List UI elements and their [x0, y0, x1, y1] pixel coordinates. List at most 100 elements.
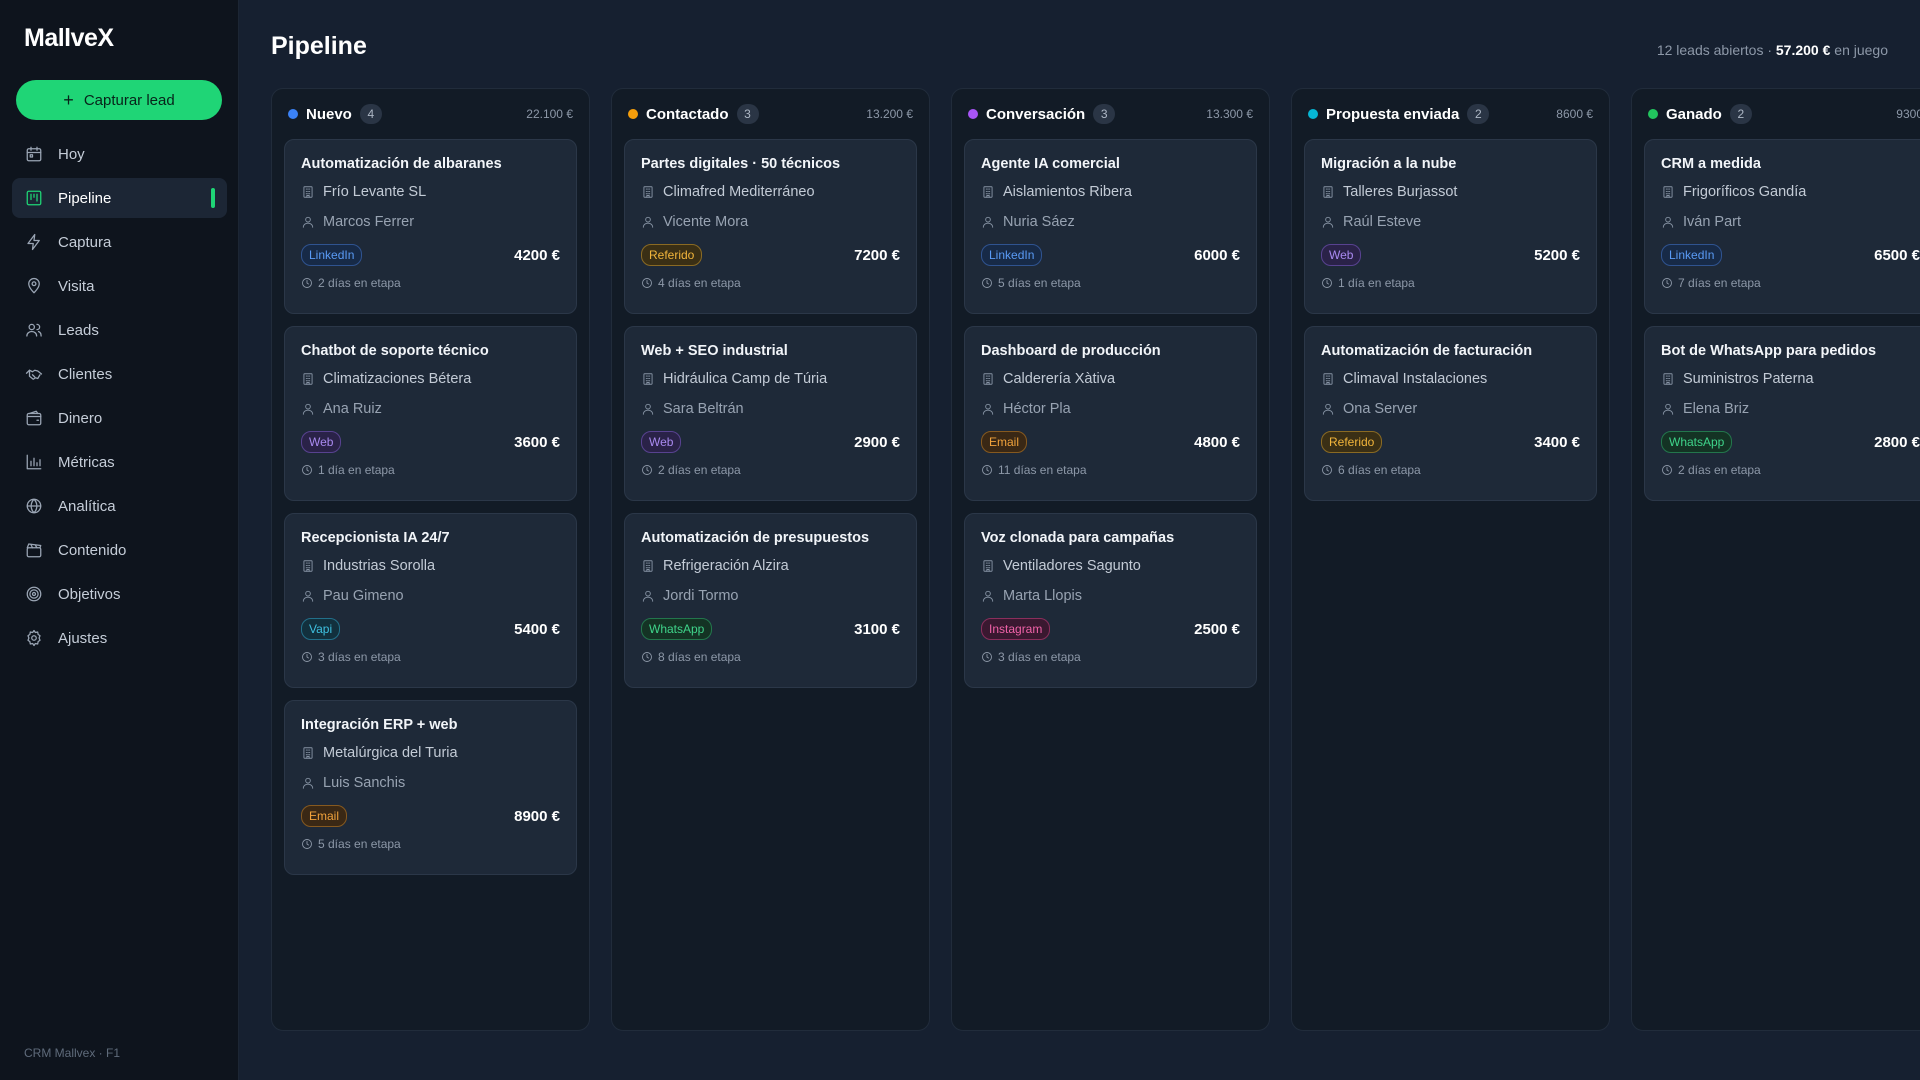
sidebar-item-metricas[interactable]: Métricas [12, 442, 227, 482]
user-icon [301, 215, 315, 229]
days-in-stage: 1 día en etapa [1338, 276, 1415, 290]
deal-card[interactable]: Voz clonada para campañas Ventiladores Sa… [964, 513, 1257, 688]
sidebar-item-contenido[interactable]: Contenido [12, 530, 227, 570]
deal-meta: Web 5200 € [1321, 244, 1580, 266]
building-icon [641, 372, 655, 386]
days-in-stage: 1 día en etapa [318, 463, 395, 477]
clock-icon [641, 651, 653, 663]
contact-name: Sara Beltrán [663, 400, 744, 417]
deal-card[interactable]: Integración ERP + web Metalúrgica del Tur… [284, 700, 577, 875]
sidebar-item-analitica[interactable]: Analítica [12, 486, 227, 526]
sidebar-item-leads[interactable]: Leads [12, 310, 227, 350]
company-name: Refrigeración Alzira [663, 557, 789, 574]
capture-lead-button[interactable]: + Capturar lead [16, 80, 222, 120]
summary-suffix: en juego [1830, 42, 1888, 58]
deal-title: Recepcionista IA 24/7 [301, 530, 450, 546]
deal-card[interactable]: Agente IA comercial Aislamientos Ribera Nu… [964, 139, 1257, 314]
column-total: 9300 € [1896, 107, 1920, 121]
source-badge: Email [981, 431, 1028, 453]
building-icon [1321, 372, 1335, 386]
source-badge: Referido [1321, 431, 1383, 453]
stage-dot-icon [1648, 109, 1658, 119]
sidebar-item-hoy[interactable]: Hoy [12, 134, 227, 174]
company-name: Talleres Burjassot [1343, 183, 1458, 200]
deal-company: Talleres Burjassot [1321, 181, 1580, 202]
deal-title: Automatización de facturación [1321, 343, 1533, 359]
deal-card[interactable]: Dashboard de producción Calderería Xàtiva… [964, 326, 1257, 501]
column-total: 22.100 € [526, 107, 573, 121]
deal-stage-time: 5 días en etapa [301, 837, 560, 851]
pipeline-column: Contactado 3 13.200 € Partes digitales · 50… [611, 88, 930, 1031]
deal-card[interactable]: CRM a medida Frigoríficos Gandía Iván Part… [1644, 139, 1920, 314]
clock-icon [981, 651, 993, 663]
deal-card[interactable]: Recepcionista IA 24/7 Industrias Sorolla P… [284, 513, 577, 688]
deal-title: Migración a la nube [1321, 156, 1457, 172]
deal-company: Climaval Instalaciones [1321, 368, 1580, 389]
source-badge: Web [641, 431, 682, 453]
deal-meta: Vapi 5400 € [301, 618, 560, 640]
bar-chart-icon [24, 452, 44, 472]
sidebar-item-captura[interactable]: Captura [12, 222, 227, 262]
deal-card[interactable]: Web + SEO industrial Hidráulica Camp de T… [624, 326, 917, 501]
deal-stage-time: 1 día en etapa [1321, 276, 1580, 290]
deal-company: Climafred Mediterráneo [641, 181, 900, 202]
user-icon [301, 589, 315, 603]
deal-contact: Héctor Pla [981, 398, 1240, 419]
source-badge: Email [301, 805, 348, 827]
kanban-board: Nuevo 4 22.100 € Automatización de albarane… [271, 88, 1920, 1031]
contact-name: Vicente Mora [663, 213, 749, 230]
summary-prefix: 12 leads abiertos · [1656, 42, 1776, 58]
deal-contact: Luis Sanchis [301, 772, 560, 793]
clock-icon [301, 651, 313, 663]
deal-card[interactable]: Automatización de facturación Climaval In… [1304, 326, 1597, 501]
sidebar-item-dinero[interactable]: Dinero [12, 398, 227, 438]
pipeline-summary: 12 leads abiertos · 57.200 € en juego [1657, 42, 1888, 58]
handshake-icon [24, 364, 44, 384]
days-in-stage: 6 días en etapa [1338, 463, 1421, 477]
contact-name: Iván Part [1683, 213, 1742, 230]
contact-name: Ana Ruiz [323, 400, 382, 417]
deal-card[interactable]: Partes digitales · 50 técnicos Climafred … [624, 139, 917, 314]
deal-meta: LinkedIn 6000 € [981, 244, 1240, 266]
sidebar-footer: CRM Mallvex · F1 [24, 1046, 121, 1060]
deal-amount: 6000 € [1194, 246, 1240, 264]
column-count-badge: 3 [736, 104, 759, 124]
column-title: Conversación [986, 105, 1086, 123]
contact-name: Marcos Ferrer [323, 213, 415, 230]
sidebar-item-label: Pipeline [58, 189, 112, 207]
sidebar-item-ajustes[interactable]: Ajustes [12, 618, 227, 658]
contact-name: Nuria Sáez [1003, 213, 1075, 230]
column-title: Nuevo [306, 105, 352, 123]
column-header: Nuevo 4 22.100 € [284, 89, 577, 139]
deal-amount: 7200 € [854, 246, 900, 264]
deal-card[interactable]: Automatización de presupuestos Refrigerac… [624, 513, 917, 688]
deal-company: Frío Levante SL [301, 181, 560, 202]
sidebar-item-clientes[interactable]: Clientes [12, 354, 227, 394]
building-icon [301, 559, 315, 573]
stage-dot-icon [628, 109, 638, 119]
deal-card[interactable]: Migración a la nube Talleres Burjassot Raú… [1304, 139, 1597, 314]
deal-card[interactable]: Chatbot de soporte técnico Climatizacione… [284, 326, 577, 501]
sidebar-item-pipeline[interactable]: Pipeline [12, 178, 227, 218]
column-header: Contactado 3 13.200 € [624, 89, 917, 139]
deal-meta: Email 8900 € [301, 805, 560, 827]
deal-amount: 2500 € [1194, 620, 1240, 638]
clock-icon [1321, 464, 1333, 476]
company-name: Metalúrgica del Turia [323, 744, 458, 761]
company-name: Climatizaciones Bétera [323, 370, 472, 387]
deal-stage-time: 2 días en etapa [301, 276, 560, 290]
contact-name: Raúl Esteve [1343, 213, 1422, 230]
deal-meta: Referido 7200 € [641, 244, 900, 266]
deal-card[interactable]: Automatización de albaranes Frío Levante … [284, 139, 577, 314]
deal-title: CRM a medida [1661, 156, 1761, 172]
user-icon [641, 215, 655, 229]
deal-contact: Raúl Esteve [1321, 211, 1580, 232]
sidebar-item-objetivos[interactable]: Objetivos [12, 574, 227, 614]
sidebar-item-visita[interactable]: Visita [12, 266, 227, 306]
column-count-badge: 2 [1467, 104, 1490, 124]
column-header: Conversación 3 13.300 € [964, 89, 1257, 139]
deal-title: Automatización de albaranes [301, 156, 502, 172]
deal-stage-time: 3 días en etapa [301, 650, 560, 664]
gear-icon [24, 628, 44, 648]
deal-card[interactable]: Bot de WhatsApp para pedidos Suministros … [1644, 326, 1920, 501]
